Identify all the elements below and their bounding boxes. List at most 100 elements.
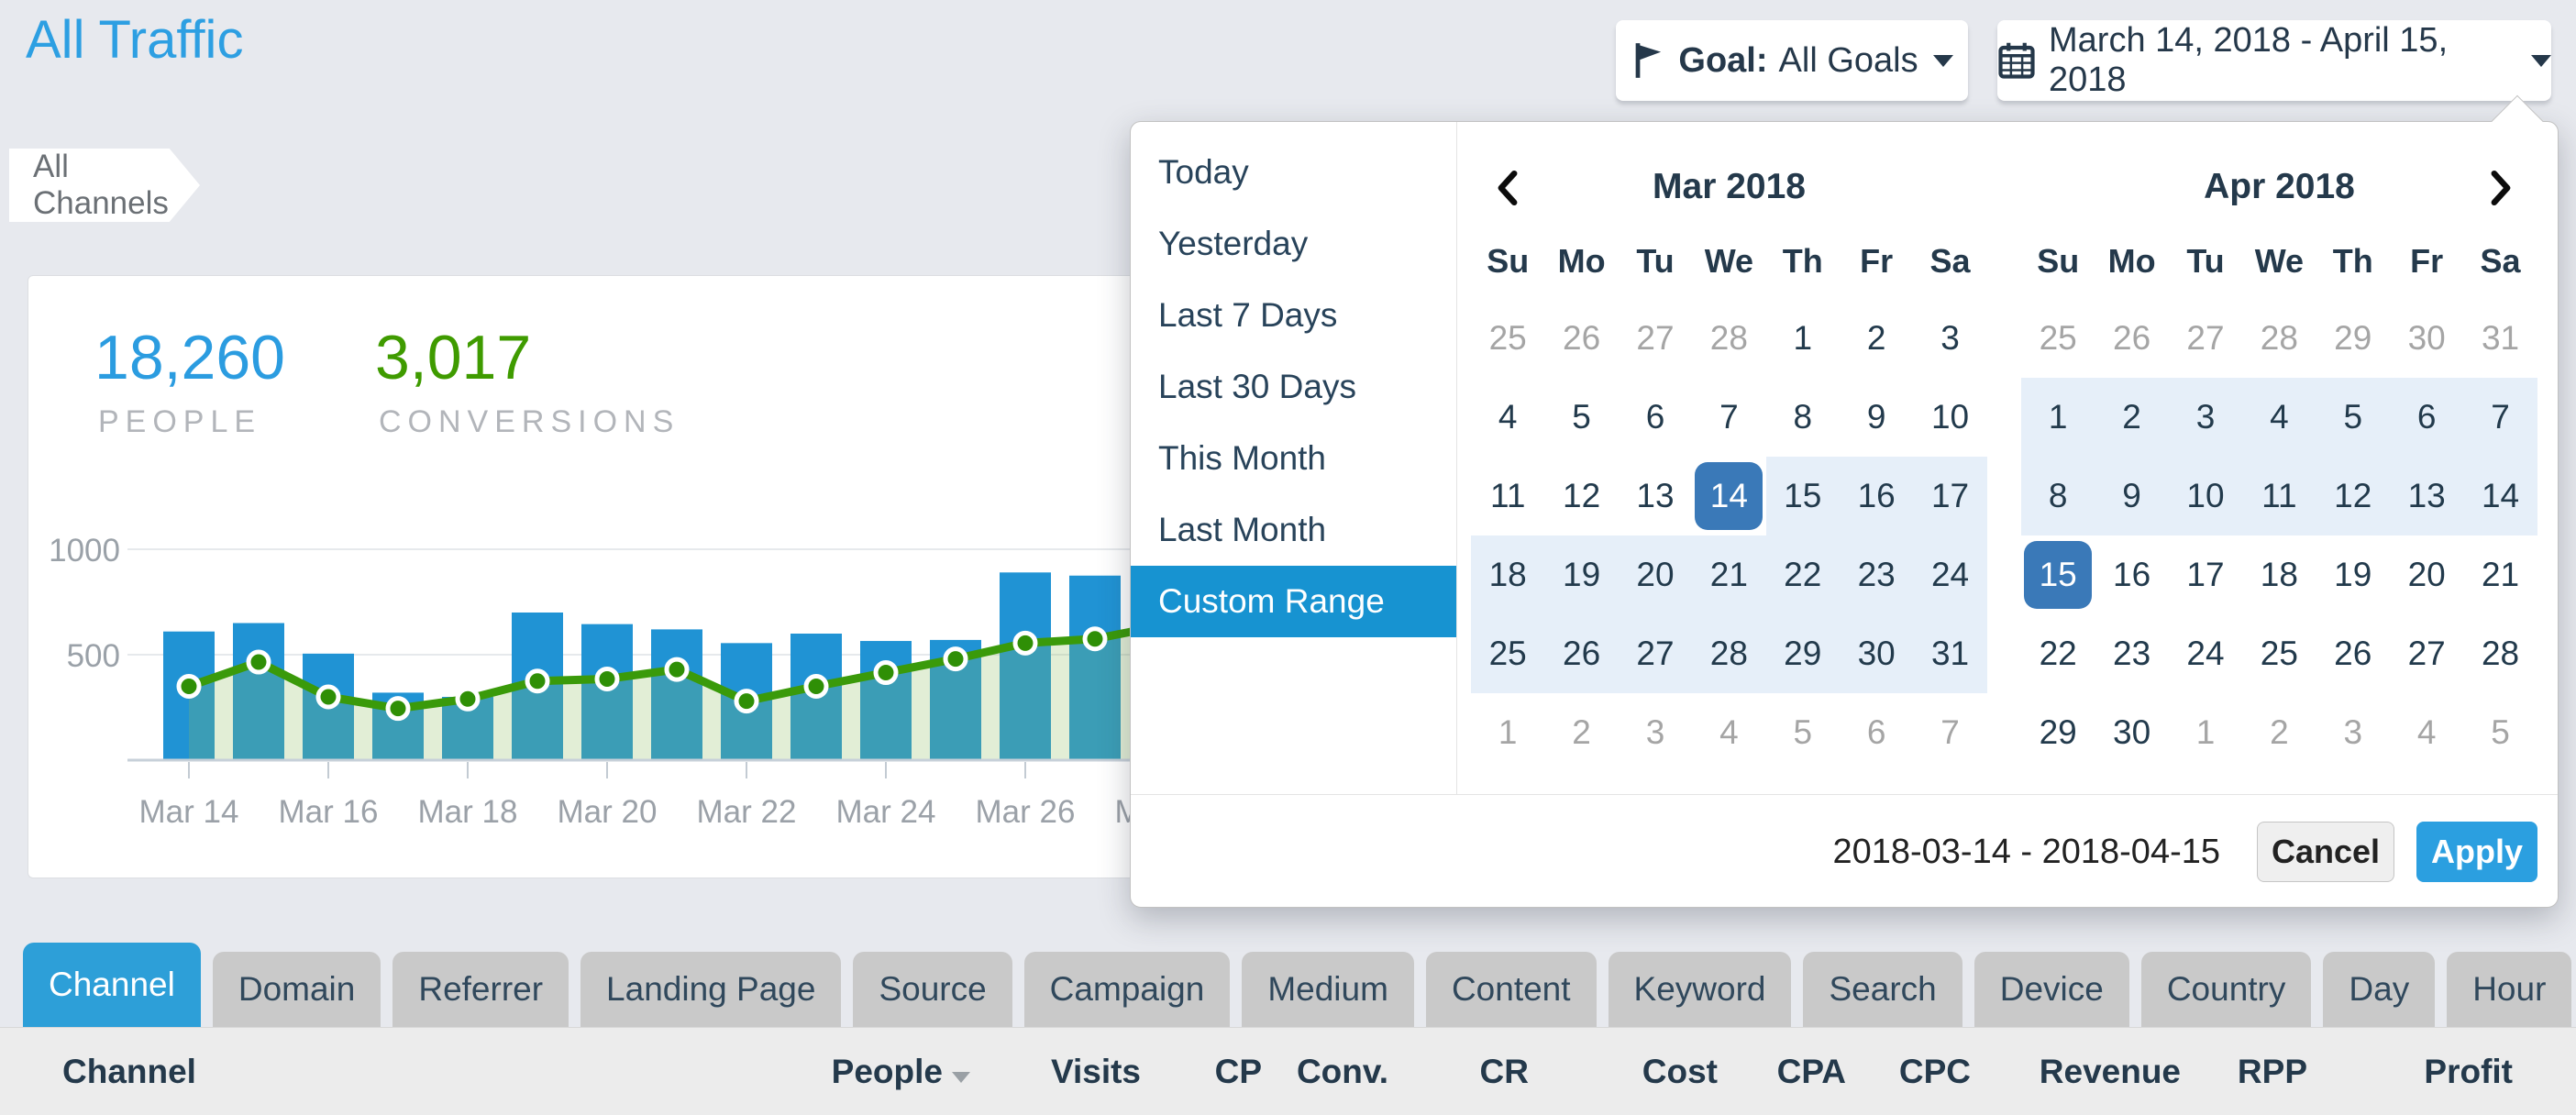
selected-day-14[interactable]: 14	[1692, 457, 1765, 535]
tab-country[interactable]: Country	[2141, 952, 2312, 1027]
day-29[interactable]: 29	[1766, 614, 1840, 693]
day-31[interactable]: 31	[2463, 299, 2537, 378]
column-header-rpp[interactable]: RPP	[2181, 1053, 2307, 1091]
day-5[interactable]: 5	[1544, 378, 1618, 457]
day-5[interactable]: 5	[2316, 378, 2390, 457]
tab-domain[interactable]: Domain	[213, 952, 381, 1027]
day-28[interactable]: 28	[1692, 299, 1765, 378]
date-preset-last-month[interactable]: Last Month	[1131, 494, 1456, 566]
day-4[interactable]: 4	[2242, 378, 2316, 457]
day-12[interactable]: 12	[2316, 457, 2390, 535]
day-25[interactable]: 25	[2021, 299, 2095, 378]
column-header-people[interactable]: People	[787, 1053, 970, 1091]
day-18[interactable]: 18	[1471, 535, 1544, 614]
day-9[interactable]: 9	[2095, 457, 2168, 535]
tab-campaign[interactable]: Campaign	[1024, 952, 1231, 1027]
column-header-revenue[interactable]: Revenue	[1971, 1053, 2181, 1091]
day-13[interactable]: 13	[2390, 457, 2463, 535]
day-4[interactable]: 4	[2390, 693, 2463, 772]
day-28[interactable]: 28	[2463, 614, 2537, 693]
date-preset-yesterday[interactable]: Yesterday	[1131, 208, 1456, 280]
day-6[interactable]: 6	[2390, 378, 2463, 457]
day-23[interactable]: 23	[1840, 535, 1913, 614]
day-30[interactable]: 30	[2095, 693, 2168, 772]
column-header-visits[interactable]: Visits	[970, 1053, 1141, 1091]
day-29[interactable]: 29	[2021, 693, 2095, 772]
day-2[interactable]: 2	[2095, 378, 2168, 457]
day-30[interactable]: 30	[1840, 614, 1913, 693]
day-8[interactable]: 8	[2021, 457, 2095, 535]
day-22[interactable]: 22	[1766, 535, 1840, 614]
day-6[interactable]: 6	[1619, 378, 1692, 457]
day-4[interactable]: 4	[1692, 693, 1765, 772]
date-preset-this-month[interactable]: This Month	[1131, 423, 1456, 494]
day-2[interactable]: 2	[1840, 299, 1913, 378]
day-30[interactable]: 30	[2390, 299, 2463, 378]
day-26[interactable]: 26	[2316, 614, 2390, 693]
date-preset-last-30-days[interactable]: Last 30 Days	[1131, 351, 1456, 423]
day-5[interactable]: 5	[1766, 693, 1840, 772]
day-29[interactable]: 29	[2316, 299, 2390, 378]
column-header-conv-[interactable]: Conv.	[1262, 1053, 1388, 1091]
day-12[interactable]: 12	[1544, 457, 1618, 535]
day-24[interactable]: 24	[1913, 535, 1986, 614]
day-7[interactable]: 7	[2463, 378, 2537, 457]
day-27[interactable]: 27	[2390, 614, 2463, 693]
tab-content[interactable]: Content	[1426, 952, 1597, 1027]
day-9[interactable]: 9	[1840, 378, 1913, 457]
day-3[interactable]: 3	[2169, 378, 2242, 457]
column-header-cp[interactable]: CP	[1141, 1053, 1262, 1091]
day-10[interactable]: 10	[1913, 378, 1986, 457]
day-11[interactable]: 11	[1471, 457, 1544, 535]
day-25[interactable]: 25	[1471, 614, 1544, 693]
day-1[interactable]: 1	[1766, 299, 1840, 378]
day-3[interactable]: 3	[2316, 693, 2390, 772]
tab-channel[interactable]: Channel	[23, 943, 201, 1027]
column-header-cpc[interactable]: CPC	[1846, 1053, 1971, 1091]
day-27[interactable]: 27	[2169, 299, 2242, 378]
day-19[interactable]: 19	[1544, 535, 1618, 614]
tab-keyword[interactable]: Keyword	[1609, 952, 1792, 1027]
day-1[interactable]: 1	[2021, 378, 2095, 457]
day-16[interactable]: 16	[1840, 457, 1913, 535]
date-preset-last-7-days[interactable]: Last 7 Days	[1131, 280, 1456, 351]
tab-medium[interactable]: Medium	[1242, 952, 1414, 1027]
date-range-button[interactable]: March 14, 2018 - April 15, 2018	[1997, 20, 2551, 101]
day-19[interactable]: 19	[2316, 535, 2390, 614]
column-header-cr[interactable]: CR	[1388, 1053, 1529, 1091]
day-21[interactable]: 21	[2463, 535, 2537, 614]
selected-day-15[interactable]: 15	[2021, 535, 2095, 614]
day-1[interactable]: 1	[1471, 693, 1544, 772]
tab-search[interactable]: Search	[1803, 952, 1962, 1027]
next-month-icon[interactable]	[2477, 164, 2525, 212]
column-header-cpa[interactable]: CPA	[1718, 1053, 1846, 1091]
column-header-profit[interactable]: Profit	[2307, 1053, 2513, 1091]
day-17[interactable]: 17	[1913, 457, 1986, 535]
day-20[interactable]: 20	[2390, 535, 2463, 614]
tab-hour[interactable]: Hour	[2447, 952, 2571, 1027]
tab-day[interactable]: Day	[2323, 952, 2435, 1027]
day-1[interactable]: 1	[2169, 693, 2242, 772]
day-8[interactable]: 8	[1766, 378, 1840, 457]
day-27[interactable]: 27	[1619, 299, 1692, 378]
day-4[interactable]: 4	[1471, 378, 1544, 457]
day-10[interactable]: 10	[2169, 457, 2242, 535]
day-26[interactable]: 26	[1544, 614, 1618, 693]
day-24[interactable]: 24	[2169, 614, 2242, 693]
breadcrumb-all-channels[interactable]: All Channels	[9, 149, 200, 222]
day-13[interactable]: 13	[1619, 457, 1692, 535]
day-6[interactable]: 6	[1840, 693, 1913, 772]
day-18[interactable]: 18	[2242, 535, 2316, 614]
day-3[interactable]: 3	[1619, 693, 1692, 772]
day-28[interactable]: 28	[1692, 614, 1765, 693]
date-preset-today[interactable]: Today	[1131, 137, 1456, 208]
day-25[interactable]: 25	[2242, 614, 2316, 693]
day-28[interactable]: 28	[2242, 299, 2316, 378]
day-16[interactable]: 16	[2095, 535, 2168, 614]
day-2[interactable]: 2	[2242, 693, 2316, 772]
day-3[interactable]: 3	[1913, 299, 1986, 378]
day-22[interactable]: 22	[2021, 614, 2095, 693]
day-20[interactable]: 20	[1619, 535, 1692, 614]
day-27[interactable]: 27	[1619, 614, 1692, 693]
day-7[interactable]: 7	[1692, 378, 1765, 457]
